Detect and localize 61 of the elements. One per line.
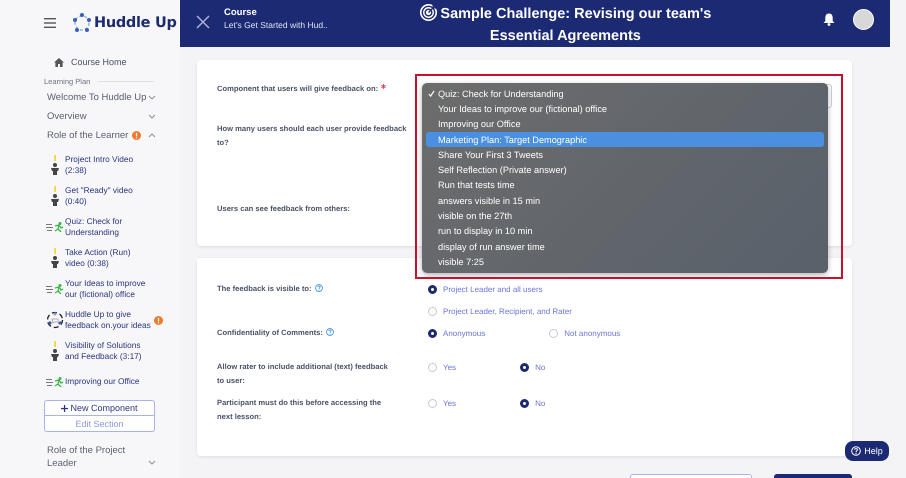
menu-icon bbox=[44, 18, 56, 28]
page-title: Sample Challenge: Revising our team's Essential Agreements bbox=[415, 3, 716, 47]
edit-section-button[interactable]: Edit Section bbox=[44, 416, 155, 432]
dropdown-option[interactable]: answers visible in 15 min bbox=[426, 193, 824, 208]
section-link[interactable]: Welcome To Huddle Up bbox=[47, 92, 146, 103]
dropdown-option[interactable]: Quiz: Check for Understanding bbox=[426, 86, 824, 102]
avatar[interactable] bbox=[853, 9, 874, 30]
radio-option[interactable]: Project Leader and all users bbox=[428, 282, 572, 296]
dropdown-option[interactable]: Self Reflection (Private answer) bbox=[426, 162, 824, 178]
person-icon bbox=[50, 155, 60, 175]
help-button[interactable]: Help bbox=[845, 441, 889, 461]
dropdown-option[interactable]: visible 7:25 bbox=[426, 254, 824, 270]
close-icon bbox=[196, 15, 210, 29]
radio-option[interactable]: Yes bbox=[428, 360, 456, 374]
radio-button[interactable] bbox=[428, 328, 437, 338]
dropdown-option[interactable]: Your Ideas to improve our (fictional) office bbox=[426, 101, 824, 117]
course-name: Let’s Get Started with Hud.. bbox=[224, 20, 328, 30]
lesson-link[interactable]: Take Action (Run) video (0:38) bbox=[65, 246, 151, 270]
dropdown-option[interactable]: Run that tests time bbox=[426, 178, 824, 194]
dropdown-option[interactable]: Improving our Office bbox=[426, 116, 824, 132]
course-home-link[interactable]: Course Home bbox=[71, 57, 127, 67]
lesson-link[interactable]: Project Intro Video (2:38) bbox=[65, 154, 151, 176]
bell-icon bbox=[823, 13, 835, 26]
dropdown-option[interactable]: visible on the 27th bbox=[426, 208, 824, 224]
radio-option[interactable]: No bbox=[520, 360, 546, 374]
section-link[interactable]: Role of the Project Leader bbox=[47, 444, 137, 470]
new-component-button[interactable]: New Component bbox=[44, 400, 155, 416]
person-icon bbox=[50, 341, 60, 361]
lesson-link[interactable]: Huddle Up to give feedback on.your ideas bbox=[65, 308, 151, 332]
radio-button[interactable] bbox=[428, 284, 437, 294]
lesson-link[interactable]: Get "Ready" video (0:40) bbox=[65, 184, 151, 208]
lesson-link[interactable]: Quiz: Check for Understanding bbox=[65, 216, 151, 238]
radio-button[interactable] bbox=[520, 362, 530, 372]
runner-icon bbox=[46, 222, 64, 232]
target-icon bbox=[419, 3, 438, 22]
logo-icon bbox=[71, 12, 93, 34]
dropdown-option[interactable]: display of run answer time bbox=[426, 238, 824, 254]
group-icon bbox=[46, 311, 64, 329]
dropdown-option[interactable]: run to display in 10 min bbox=[426, 224, 824, 239]
person-icon bbox=[50, 248, 60, 268]
lesson-link[interactable]: Improving our Office bbox=[65, 376, 151, 388]
radio-option[interactable]: Yes bbox=[428, 396, 456, 410]
radio-option[interactable]: Not anonymous bbox=[549, 326, 620, 340]
home-icon bbox=[54, 58, 64, 66]
logo-text: Huddle Up bbox=[94, 15, 177, 31]
radio-option[interactable]: No bbox=[520, 396, 546, 410]
radio-option[interactable]: Project Leader, Recipient, and Rater bbox=[428, 304, 572, 318]
lesson-link[interactable]: Visibility of Solutions and Feedback (3:17) bbox=[65, 340, 151, 362]
course-label: Course bbox=[224, 7, 258, 18]
runner-icon bbox=[46, 377, 64, 387]
section-link[interactable]: Role of the Learner bbox=[47, 130, 128, 141]
runner-icon bbox=[46, 284, 64, 294]
plus-icon bbox=[61, 404, 68, 412]
dropdown-option[interactable]: Marketing Plan: Target Demographic bbox=[426, 132, 824, 148]
radio-option[interactable]: Anonymous bbox=[428, 326, 486, 340]
lesson-link[interactable]: Your Ideas to improve our (fictional) office bbox=[65, 278, 151, 300]
section-link[interactable]: Overview bbox=[47, 111, 87, 122]
dropdown-option[interactable]: Share Your First 3 Tweets bbox=[426, 147, 824, 162]
radio-button[interactable] bbox=[520, 398, 530, 408]
help-icon bbox=[851, 446, 862, 456]
person-icon bbox=[50, 186, 60, 206]
